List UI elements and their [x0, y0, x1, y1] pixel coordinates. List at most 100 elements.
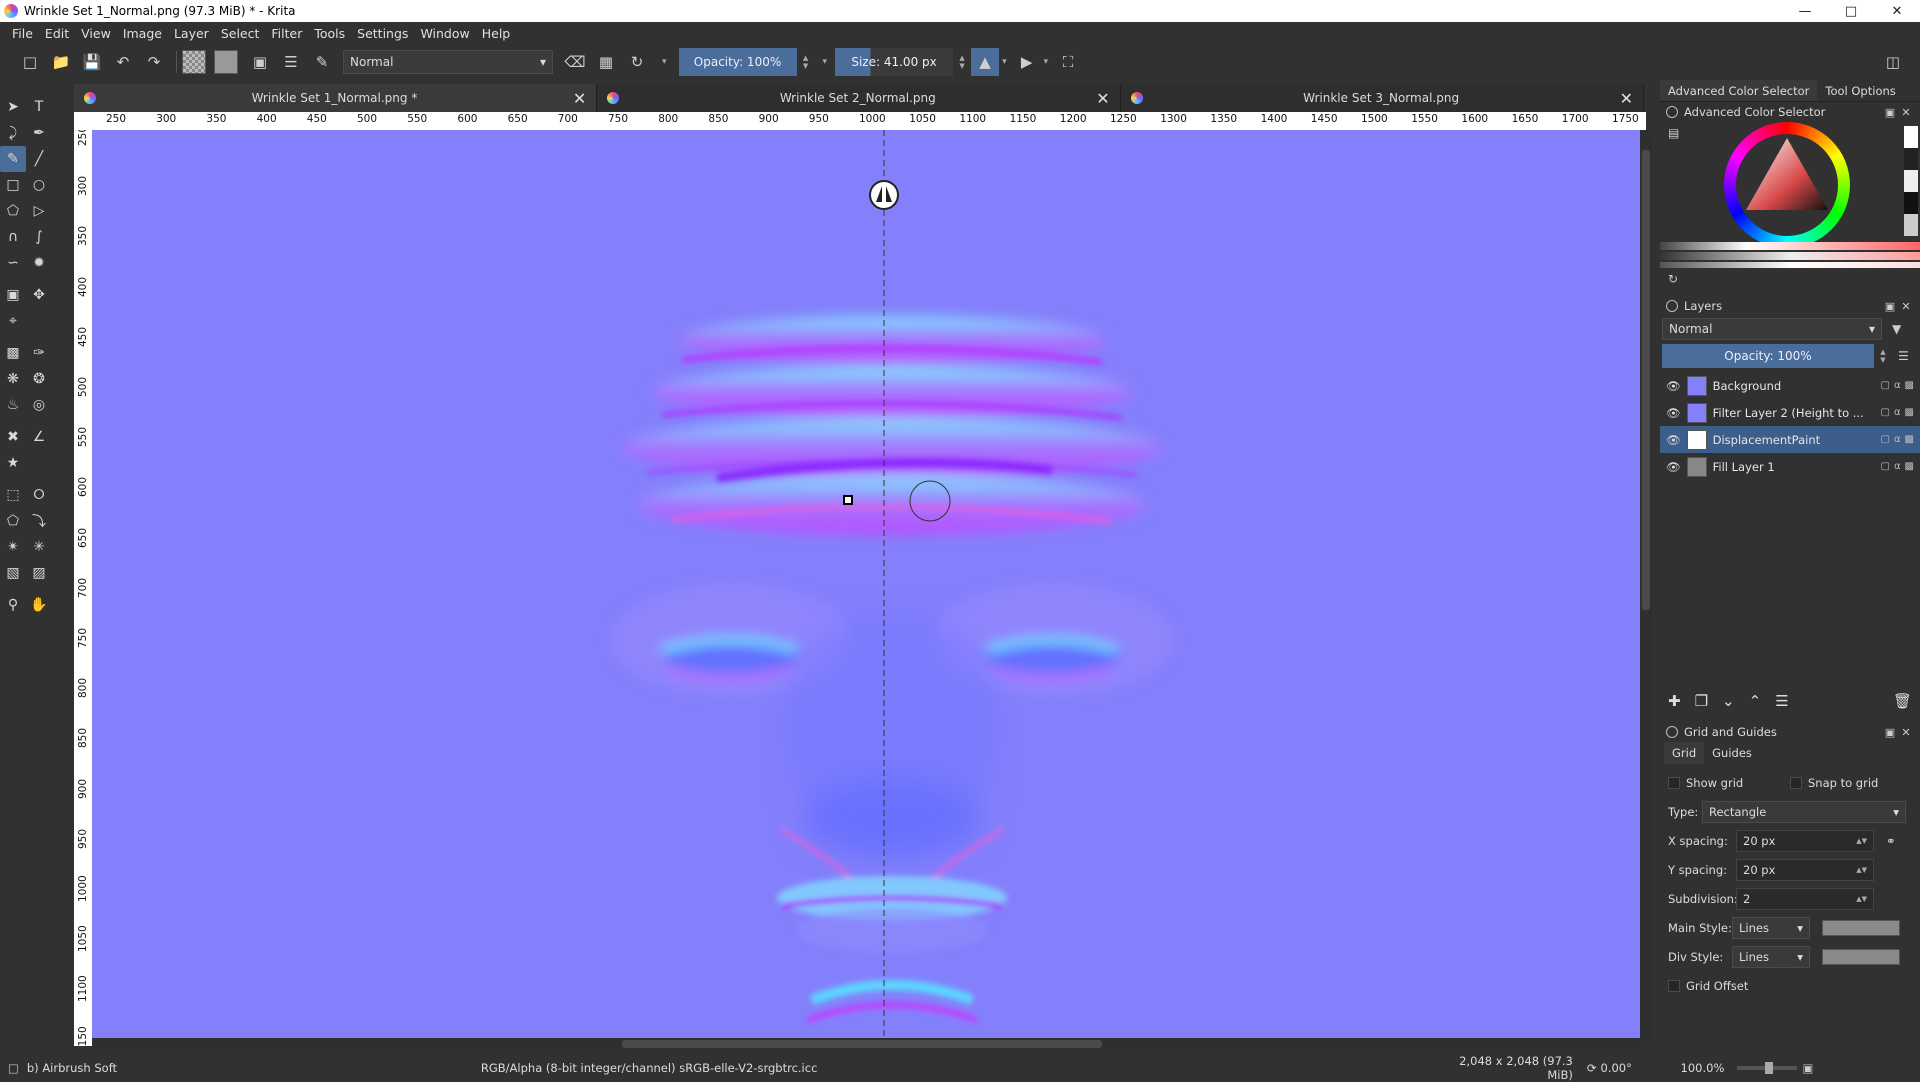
spinner-arrows-icon[interactable]: ▲▼	[1856, 837, 1867, 845]
mirror-axis-handle[interactable]	[869, 180, 899, 210]
eye-icon[interactable]: 👁	[1666, 460, 1681, 474]
main-style-color[interactable]	[1822, 919, 1900, 936]
zoom-slider-handle[interactable]	[1764, 1062, 1773, 1074]
lock-icon[interactable]	[1666, 726, 1678, 738]
inherit-alpha-icon[interactable]: ▩	[1905, 380, 1914, 391]
scrollbar-thumb[interactable]	[622, 1040, 1102, 1048]
magnetic-select-icon[interactable]: ▨	[26, 560, 52, 586]
menu-layer[interactable]: Layer	[168, 26, 215, 41]
undo-icon[interactable]: ↶	[109, 48, 137, 76]
tab-grid[interactable]: Grid	[1664, 742, 1705, 764]
float-icon[interactable]: ▣	[1882, 726, 1898, 739]
grid-offset-checkbox[interactable]	[1668, 979, 1680, 992]
eye-icon[interactable]: 👁	[1666, 433, 1681, 447]
multibrush-icon[interactable]: ✹	[26, 250, 52, 276]
layer-row[interactable]: 👁 Filter Layer 2 (Height to ... ▢ α ▩	[1660, 399, 1920, 426]
snap-to-grid-checkbox[interactable]	[1790, 776, 1802, 789]
bezier-tool-icon[interactable]: ∩	[0, 224, 26, 250]
lock-icon[interactable]	[1666, 300, 1678, 312]
float-icon[interactable]: ▣	[1882, 300, 1898, 313]
rect-select-icon[interactable]: ⬚	[0, 482, 26, 508]
chevron-down-icon[interactable]: ▾	[823, 57, 828, 67]
layer-row[interactable]: 👁 Background ▢ α ▩	[1660, 372, 1920, 399]
menu-window[interactable]: Window	[414, 26, 475, 41]
vertical-scrollbar[interactable]	[1640, 130, 1652, 1046]
main-style-select[interactable]: Lines ▾	[1732, 916, 1810, 939]
menu-select[interactable]: Select	[215, 26, 266, 41]
menu-image[interactable]: Image	[117, 26, 168, 41]
move-layer-up-icon[interactable]: ⌃	[1749, 692, 1762, 710]
value-bar-2[interactable]	[1660, 262, 1920, 268]
measure-tool-icon[interactable]: ∠	[26, 424, 52, 450]
preserve-alpha-icon[interactable]: ▦	[592, 48, 620, 76]
settings-icon[interactable]: ▤	[1668, 126, 1679, 140]
brush-preset-icon[interactable]: ✎	[308, 48, 336, 76]
alpha-lock-icon[interactable]: α	[1894, 434, 1901, 445]
menu-icon[interactable]: ☰	[1898, 349, 1909, 363]
workspace-icon[interactable]: ◫	[1879, 48, 1907, 76]
redo-icon[interactable]: ↷	[140, 48, 168, 76]
value-bar[interactable]	[1660, 252, 1920, 260]
zoom-slider[interactable]	[1736, 1062, 1797, 1074]
new-document-icon[interactable]: □	[16, 48, 44, 76]
lock-icon[interactable]: ▢	[1881, 380, 1890, 391]
spinner-arrows-icon[interactable]: ▲▼	[1856, 866, 1867, 874]
add-layer-icon[interactable]: ✚	[1668, 692, 1681, 710]
layer-opacity-spinner[interactable]: ▲ ▼	[1878, 344, 1888, 368]
assistant-tool-icon[interactable]: ✖	[0, 424, 26, 450]
layer-row[interactable]: 👁 DisplacementPaint ▢ α ▩	[1660, 426, 1920, 453]
menu-filter[interactable]: Filter	[265, 26, 308, 41]
select-shapes-icon[interactable]: ➤	[0, 94, 26, 120]
spinner-arrows-icon[interactable]: ▲▼	[1856, 895, 1867, 903]
dynamic-brush-icon[interactable]: ∽	[0, 250, 26, 276]
text-tool-icon[interactable]: T	[26, 94, 52, 120]
mirror-horizontal-icon[interactable]: ▲	[971, 48, 1000, 76]
current-brush[interactable]: b) Airbrush Soft	[27, 1061, 481, 1075]
gradient-selector[interactable]	[214, 50, 238, 74]
inherit-alpha-icon[interactable]: ▩	[1905, 407, 1914, 418]
alpha-lock-icon[interactable]: α	[1894, 461, 1901, 472]
reload-preset-icon[interactable]: ↻	[623, 48, 651, 76]
rotation-icon[interactable]: ⟳	[1587, 1061, 1597, 1075]
calligraphy-icon[interactable]: ✒	[26, 120, 52, 146]
menu-view[interactable]: View	[75, 26, 117, 41]
line-tool-icon[interactable]: ╱	[26, 146, 52, 172]
gradient-tool-icon[interactable]: ▩	[0, 340, 26, 366]
alpha-lock-icon[interactable]: α	[1894, 407, 1901, 418]
polygon-select-icon[interactable]: ⬠	[0, 508, 26, 534]
edit-shapes-icon[interactable]: ⤸	[0, 120, 26, 146]
lock-icon[interactable]: ▢	[1881, 461, 1890, 472]
fg-bg-color-icon[interactable]: ▣	[246, 48, 274, 76]
ruler-horizontal[interactable]: 250 300 350 400 450 500 550 600 650 700 750 800 850 9…	[92, 112, 1646, 130]
ruler-vertical[interactable]: 250 300 350 400 450 500 550 600 650 700 750 800 850 9…	[74, 130, 92, 1046]
mirror-vertical-icon[interactable]: ▶	[1013, 48, 1041, 76]
lock-icon[interactable]: ▢	[1881, 407, 1890, 418]
polyline-tool-icon[interactable]: ▷	[26, 198, 52, 224]
fit-view-icon[interactable]: ▣	[1803, 1061, 1814, 1075]
brush-preset-icon[interactable]: □	[8, 1061, 19, 1075]
similar-select-icon[interactable]: ✳	[26, 534, 52, 560]
contiguous-select-icon[interactable]: ✴	[0, 534, 26, 560]
maximize-button[interactable]: □	[1828, 0, 1874, 22]
chevron-down-icon[interactable]: ▾	[1044, 57, 1049, 67]
subdivision-input[interactable]: 2 ▲▼	[1736, 887, 1874, 910]
minimize-button[interactable]: —	[1782, 0, 1828, 22]
menu-settings[interactable]: Settings	[351, 26, 414, 41]
chain-link-icon[interactable]: ⚭	[1886, 834, 1896, 848]
saturation-bar[interactable]	[1660, 242, 1920, 250]
smart-patch-icon[interactable]: ❂	[26, 366, 52, 392]
div-style-select[interactable]: Lines ▾	[1732, 945, 1810, 968]
x-spacing-input[interactable]: 20 px ▲▼	[1736, 829, 1874, 852]
rectangle-tool-icon[interactable]: □	[0, 172, 26, 198]
menu-tools[interactable]: Tools	[308, 26, 351, 41]
save-icon[interactable]: 💾	[78, 48, 106, 76]
duplicate-layer-icon[interactable]: ❐	[1695, 692, 1708, 710]
size-slider[interactable]: Size: 41.00 px	[835, 48, 954, 76]
color-picker-icon[interactable]: ✑	[26, 340, 52, 366]
opacity-spinner[interactable]: ▲ ▼	[801, 48, 811, 76]
freehand-path-icon[interactable]: ∫	[26, 224, 52, 250]
eraser-icon[interactable]: ⌫	[561, 48, 589, 76]
tab-document-1[interactable]: Wrinkle Set 1_Normal.png * ✕	[74, 84, 598, 112]
close-icon[interactable]: ✕	[1898, 726, 1914, 739]
brush-editor-icon[interactable]: ☰	[277, 48, 305, 76]
